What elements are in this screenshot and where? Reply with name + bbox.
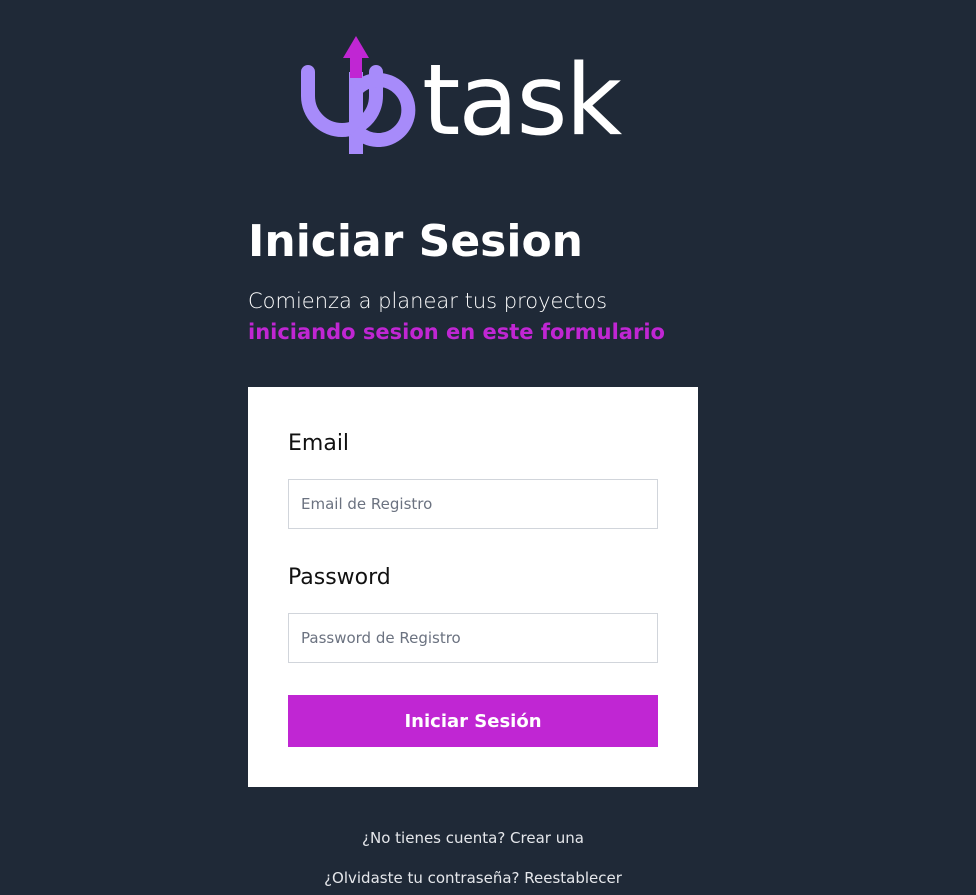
page-subtitle: Comienza a planear tus proyectos inician… [248, 286, 665, 348]
up-arrow-icon [343, 36, 369, 78]
email-input[interactable] [288, 479, 658, 529]
reset-password-link[interactable]: ¿Olvidaste tu contraseña? Reestablecer [0, 869, 946, 887]
subtitle-text: Comienza a planear tus proyectos [248, 289, 608, 313]
password-label: Password [288, 565, 391, 590]
create-account-link[interactable]: ¿No tienes cuenta? Crear una [0, 829, 946, 847]
page-title: Iniciar Sesion [248, 216, 584, 267]
logo-text-task: task [422, 44, 623, 158]
subtitle-highlight: iniciando sesion en este formulario [248, 320, 665, 344]
password-input[interactable] [288, 613, 658, 663]
login-form: Email Password Iniciar Sesión [248, 387, 698, 787]
login-submit-button[interactable]: Iniciar Sesión [288, 695, 658, 747]
email-label: Email [288, 431, 350, 456]
uptask-logo: task [294, 32, 656, 162]
